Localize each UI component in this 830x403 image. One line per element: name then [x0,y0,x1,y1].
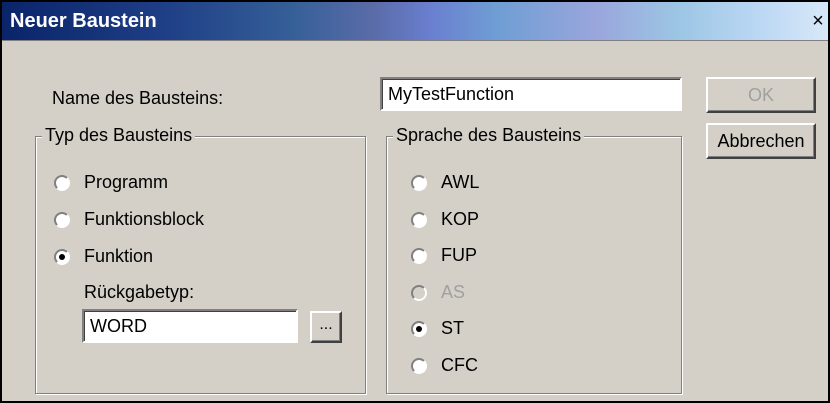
radio-awl[interactable]: AWL [411,172,561,196]
close-button[interactable]: × [808,9,828,33]
radio-funktionsblock[interactable]: Funktionsblock [54,209,274,233]
radio-kop[interactable]: KOP [411,209,561,233]
radio-button-icon [54,212,70,228]
radio-fup[interactable]: FUP [411,245,561,269]
radio-kop-label: KOP [441,209,480,229]
close-icon: × [812,10,824,32]
radio-cfc[interactable]: CFC [411,355,561,379]
radio-cfc-label: CFC [441,355,478,375]
radio-as-label: AS [441,282,466,302]
block-type-group-title: Typ des Bausteins [42,125,196,146]
radio-button-icon [54,175,70,191]
radio-awl-label: AWL [441,172,480,192]
radio-fup-label: FUP [441,245,477,265]
radio-funktion-label: Funktion [84,246,154,266]
radio-button-icon [411,248,427,264]
radio-button-icon [411,358,427,374]
radio-button-disabled-icon [411,285,427,301]
radio-programm-label: Programm [84,172,169,192]
radio-button-selected-icon [411,321,427,337]
title-bar[interactable]: Neuer Baustein × [2,2,828,41]
new-block-dialog: Neuer Baustein × Name des Bausteins: OK … [0,0,830,403]
radio-button-icon [411,175,427,191]
ok-button[interactable]: OK [706,77,816,113]
return-type-input[interactable] [82,309,298,343]
block-name-input[interactable] [380,77,682,111]
return-type-label: Rückgabetyp: [84,282,195,302]
radio-funktion[interactable]: Funktion [54,246,254,270]
radio-button-icon [411,212,427,228]
window-title: Neuer Baustein [10,10,157,32]
browse-return-type-button[interactable]: ... [310,311,342,343]
radio-st-label: ST [441,318,465,338]
radio-button-selected-icon [54,249,70,265]
block-name-label: Name des Bausteins: [52,88,224,108]
radio-st[interactable]: ST [411,318,561,342]
radio-as: AS [411,282,561,306]
cancel-button[interactable]: Abbrechen [706,123,816,159]
block-language-group: Sprache des Bausteins AWL KOP FUP AS ST … [386,125,682,394]
block-type-group: Typ des Bausteins Programm Funktionsbloc… [35,125,366,394]
radio-funktionsblock-label: Funktionsblock [84,209,205,229]
block-language-group-title: Sprache des Bausteins [393,125,585,146]
radio-programm[interactable]: Programm [54,172,254,196]
